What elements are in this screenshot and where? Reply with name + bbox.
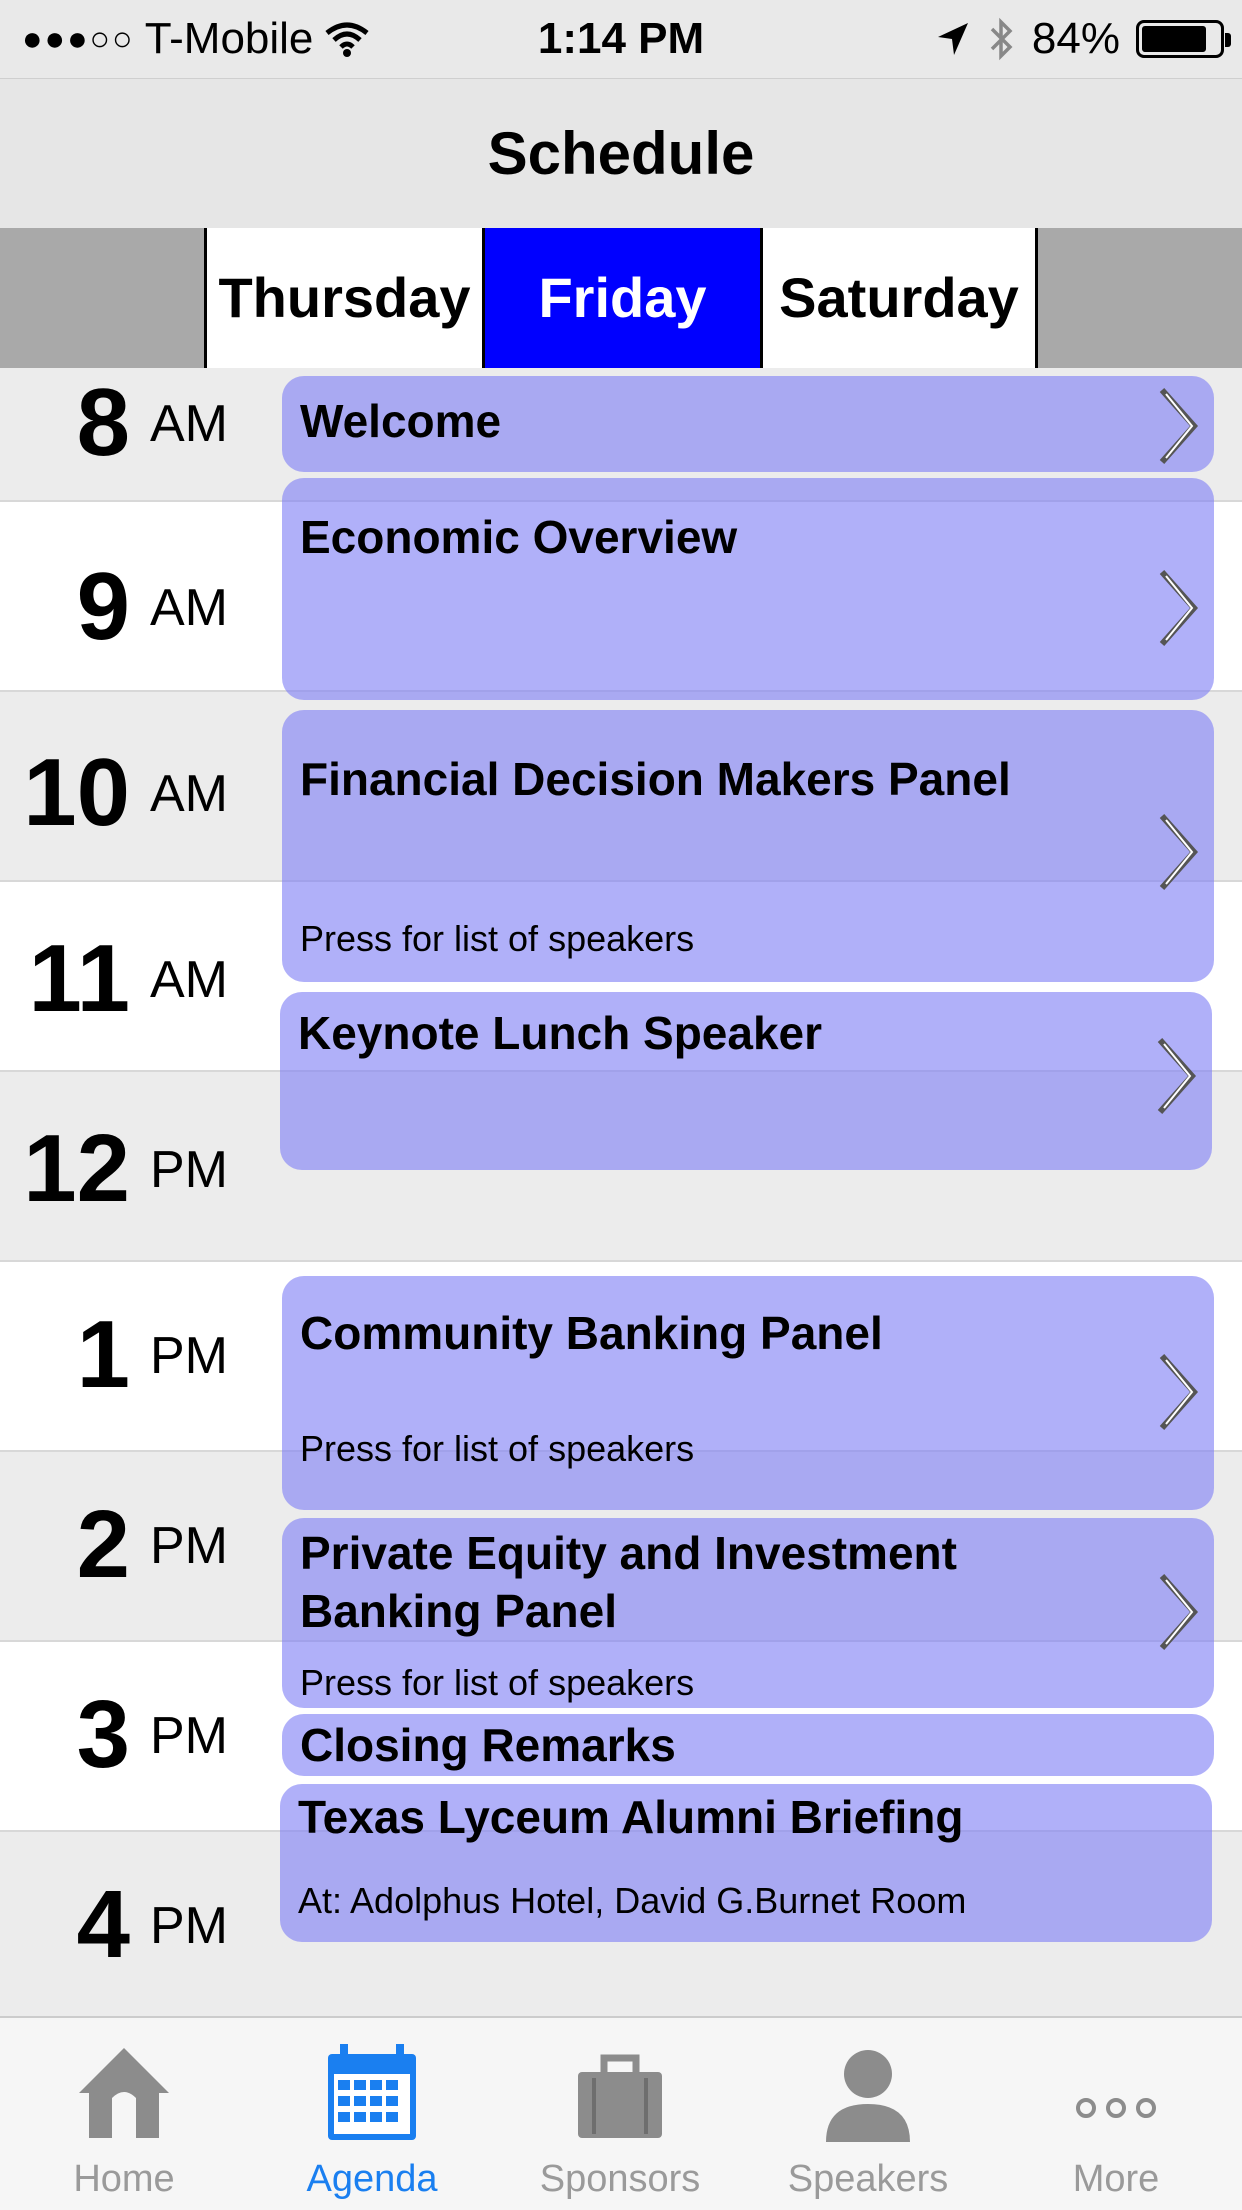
battery-fill — [1142, 26, 1206, 52]
hour-ampm: PM — [150, 1517, 228, 1575]
tab-thursday[interactable]: Thursday — [204, 228, 482, 368]
status-bar: ●●●○○ T-Mobile 1:14 PM 84% — [0, 0, 1242, 78]
chevron-right-icon — [1159, 1354, 1199, 1430]
event-subtitle: Press for list of speakers — [300, 1428, 695, 1469]
event-subtitle: Press for list of speakers — [300, 1662, 695, 1703]
hour-number: 2 — [76, 1491, 130, 1598]
chevron-right-icon — [1159, 1574, 1199, 1650]
chevron-right-icon — [1159, 388, 1199, 464]
tab-agenda[interactable]: Agenda — [248, 2018, 496, 2210]
tab-label: More — [1072, 2158, 1160, 2200]
event-texas-lyceum-alumni-briefing[interactable]: Texas Lyceum Alumni Briefing At: Adolphu… — [280, 1784, 1212, 1942]
tab-more[interactable]: More — [992, 2018, 1240, 2210]
battery-tip — [1225, 33, 1231, 47]
tab-sponsors[interactable]: Sponsors — [496, 2018, 744, 2210]
chevron-right-icon — [1159, 814, 1199, 890]
battery-percent: 84% — [1031, 14, 1120, 63]
hour-number: 4 — [76, 1871, 130, 1978]
event-title: Community Banking Panel — [300, 1307, 883, 1359]
event-welcome[interactable]: Welcome — [282, 376, 1214, 472]
tab-saturday[interactable]: Saturday — [760, 228, 1038, 368]
hour-ampm: AM — [150, 579, 228, 637]
tab-speakers[interactable]: Speakers — [744, 2018, 992, 2210]
hour-number: 9 — [76, 553, 130, 660]
event-title: Economic Overview — [300, 511, 738, 563]
home-icon — [79, 2048, 169, 2138]
hour-ampm: AM — [150, 765, 228, 823]
bluetooth-icon — [990, 17, 1013, 61]
hour-number: 12 — [23, 1115, 130, 1222]
event-title: Financial Decision Makers Panel — [300, 753, 1011, 805]
event-financial-decision-makers-panel[interactable]: Financial Decision Makers Panel Press fo… — [282, 710, 1214, 982]
hour-number: 1 — [76, 1301, 130, 1408]
hour-ampm: AM — [150, 951, 228, 1009]
tab-label: Speakers — [787, 2158, 949, 2200]
hour-ampm: PM — [150, 1897, 228, 1955]
hour-ampm: AM — [150, 395, 228, 453]
event-economic-overview[interactable]: Economic Overview — [282, 478, 1214, 700]
calendar-icon — [328, 2044, 416, 2140]
hour-ampm: PM — [150, 1327, 228, 1385]
hour-number: 10 — [23, 739, 130, 846]
hour-number: 8 — [76, 369, 130, 476]
event-title: Closing Remarks — [300, 1719, 676, 1771]
day-selector: Thursday Friday Saturday — [0, 228, 1242, 368]
tab-friday[interactable]: Friday — [482, 228, 760, 368]
chevron-right-icon — [1157, 1038, 1197, 1114]
tab-label: Home — [73, 2158, 175, 2200]
hour-number: 3 — [76, 1681, 130, 1788]
hour-ampm: PM — [150, 1141, 228, 1199]
event-closing-remarks[interactable]: Closing Remarks — [282, 1714, 1214, 1776]
event-title: Texas Lyceum Alumni Briefing — [298, 1791, 964, 1843]
page-title: Schedule — [487, 120, 755, 187]
schedule-grid[interactable]: 8 AM 9 AM 10 AM 11 AM 12 PM 1 PM 2 PM 3 … — [0, 368, 1242, 2016]
navigation-bar: Schedule — [0, 78, 1242, 229]
event-subtitle: Press for list of speakers — [300, 918, 695, 959]
more-icon — [1076, 2098, 1156, 2118]
status-right: 84% — [934, 14, 1231, 64]
event-title: Welcome — [300, 395, 502, 447]
event-title: Keynote Lunch Speaker — [298, 1007, 823, 1059]
chevron-right-icon — [1159, 570, 1199, 646]
location-arrow-icon — [937, 23, 968, 55]
tab-label: Sponsors — [539, 2158, 701, 2200]
tab-home[interactable]: Home — [0, 2018, 248, 2210]
event-keynote-lunch-speaker[interactable]: Keynote Lunch Speaker — [280, 992, 1212, 1170]
event-private-equity-panel[interactable]: Private Equity and Investment Banking Pa… — [282, 1518, 1214, 1708]
person-icon — [826, 2050, 910, 2142]
briefcase-icon — [578, 2054, 662, 2138]
tab-bar: Home Agenda Sponsors Speakers More — [0, 2016, 1242, 2210]
event-subtitle: At: Adolphus Hotel, David G.Burnet Room — [298, 1880, 967, 1921]
tab-label: Agenda — [306, 2158, 438, 2200]
event-community-banking-panel[interactable]: Community Banking Panel Press for list o… — [282, 1276, 1214, 1510]
event-title: Private Equity and Investment Banking Pa… — [300, 1527, 957, 1637]
battery-icon — [1136, 20, 1231, 58]
hour-ampm: PM — [150, 1707, 228, 1765]
hour-number: 11 — [28, 925, 130, 1032]
